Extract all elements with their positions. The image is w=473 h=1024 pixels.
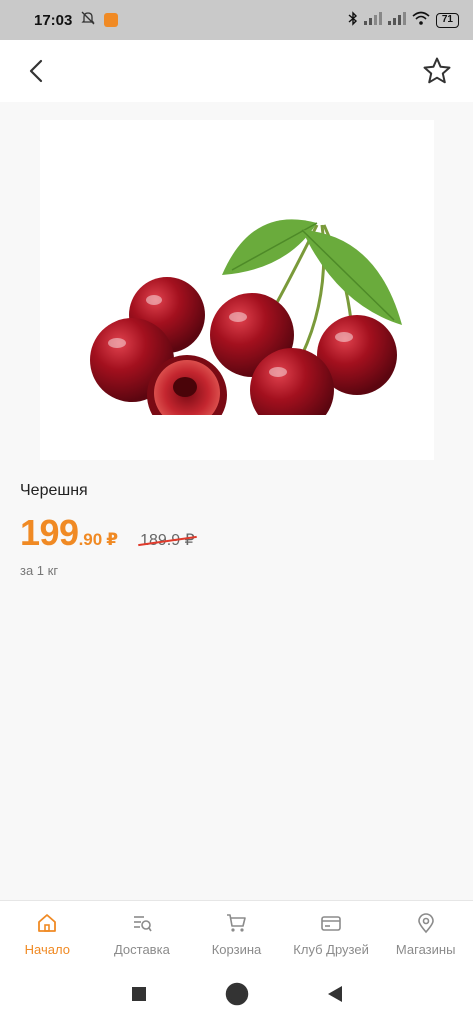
mute-bell-icon bbox=[80, 10, 96, 30]
price-unit: за 1 кг bbox=[20, 563, 59, 578]
nav-label-club: Клуб Друзей bbox=[293, 942, 369, 957]
cherries-illustration bbox=[90, 219, 402, 415]
favorite-button[interactable] bbox=[419, 53, 455, 89]
chevron-left-icon bbox=[29, 59, 43, 83]
app-bar bbox=[0, 40, 473, 102]
battery-indicator: 71 bbox=[435, 12, 459, 28]
nav-label-home: Начало bbox=[24, 942, 70, 957]
nav-label-cart: Корзина bbox=[211, 942, 262, 957]
system-nav-bar bbox=[0, 968, 473, 1024]
delivery-list-icon bbox=[133, 916, 152, 932]
square-icon bbox=[131, 986, 146, 1001]
recent-apps-button[interactable] bbox=[131, 986, 147, 1007]
wifi-icon bbox=[412, 11, 430, 29]
old-price: 189.9 ₽ bbox=[138, 530, 197, 550]
status-time: 17:03 bbox=[34, 11, 73, 29]
location-pin-icon bbox=[417, 913, 434, 934]
cart-icon bbox=[227, 914, 247, 932]
card-icon bbox=[321, 916, 341, 931]
home-icon bbox=[38, 914, 57, 932]
home-button[interactable] bbox=[225, 982, 249, 1011]
price-main: 199 bbox=[20, 512, 79, 553]
nav-item-delivery[interactable]: Доставка bbox=[95, 901, 190, 968]
signal-icon-1 bbox=[363, 11, 382, 29]
nav-label-delivery: Доставка bbox=[113, 942, 170, 957]
nav-item-club[interactable]: Клуб Друзей bbox=[284, 901, 379, 968]
star-icon bbox=[423, 57, 451, 84]
price-currency: ₽ bbox=[106, 530, 119, 549]
price-cents: .90 bbox=[78, 530, 103, 549]
nav-item-stores[interactable]: Магазины bbox=[378, 901, 473, 968]
bluetooth-icon bbox=[348, 10, 358, 30]
nav-label-stores: Магазины bbox=[395, 942, 456, 957]
bottom-nav: Начало Доставка Корзина Клуб Друзей Мага… bbox=[0, 900, 473, 968]
back-system-button[interactable] bbox=[327, 985, 343, 1008]
back-button[interactable] bbox=[18, 53, 54, 89]
app-notification-icon bbox=[104, 13, 119, 27]
status-bar: 17:03 71 bbox=[0, 0, 473, 40]
product-image[interactable] bbox=[40, 120, 434, 460]
nav-item-cart[interactable]: Корзина bbox=[189, 901, 284, 968]
triangle-back-icon bbox=[327, 985, 342, 1002]
price-row: 199 .90 ₽ 189.9 ₽ bbox=[20, 512, 197, 554]
product-title: Черешня bbox=[20, 482, 88, 499]
circle-icon bbox=[225, 982, 248, 1005]
signal-icon-2 bbox=[387, 11, 406, 29]
nav-item-home[interactable]: Начало bbox=[0, 901, 95, 968]
